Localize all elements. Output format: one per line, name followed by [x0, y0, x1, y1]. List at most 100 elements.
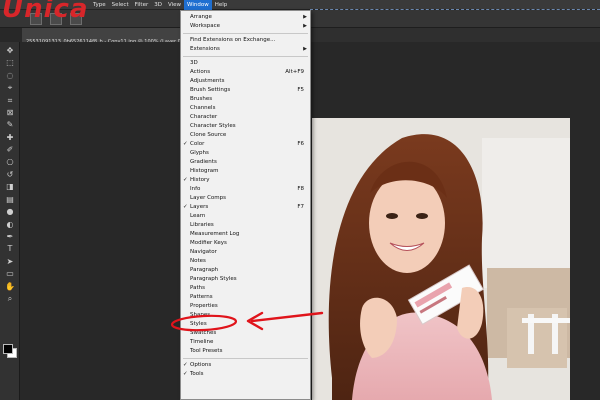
check-icon: ✓ — [183, 141, 188, 147]
check-icon: ✓ — [183, 177, 188, 183]
menu-item-label: Find Extensions on Exchange... — [190, 37, 276, 43]
menu-item-layers[interactable]: ✓ Layers F7 — [181, 203, 310, 212]
menu-item-arrange[interactable]: Arrange ▶ — [181, 13, 310, 22]
eyedropper-icon[interactable]: ✎ — [5, 120, 15, 130]
menu-item-3d[interactable]: 3D — [181, 59, 310, 68]
menu-item-label: Paths — [190, 285, 205, 291]
menu-item-gradients[interactable]: Gradients — [181, 158, 310, 167]
document-image[interactable] — [312, 118, 570, 400]
menu-item-label: Glyphs — [190, 150, 209, 156]
menu-view[interactable]: View — [165, 0, 184, 10]
menu-item-brush-settings[interactable]: Brush Settings F5 — [181, 86, 310, 95]
portrait-photo — [312, 118, 570, 400]
quick-select-icon[interactable]: ⌖ — [5, 83, 15, 93]
menu-item-shortcut: Alt+F9 — [285, 69, 304, 75]
menu-item-properties[interactable]: Properties — [181, 302, 310, 311]
menu-item-navigator[interactable]: Navigator — [181, 248, 310, 257]
menu-item-extensions[interactable]: Extensions ▶ — [181, 45, 310, 54]
window-menu: Arrange ▶ Workspace ▶ Find Extensions on Exc… — [180, 10, 311, 400]
stamp-icon[interactable]: ⎔ — [5, 158, 15, 168]
healing-icon[interactable]: ✚ — [5, 133, 15, 143]
menu-window[interactable]: Window — [184, 0, 212, 10]
menu-item-brushes[interactable]: Brushes — [181, 95, 310, 104]
type-icon[interactable]: T — [5, 244, 15, 254]
menu-item-tool-presets[interactable]: Tool Presets — [181, 347, 310, 356]
menu-item-adjustments[interactable]: Adjustments — [181, 77, 310, 86]
chevron-right-icon: ▶ — [303, 14, 307, 20]
menu-item-shortcut: F6 — [297, 141, 304, 147]
menu-item-shortcut: F7 — [297, 204, 304, 210]
marquee-icon[interactable]: ⬚ — [5, 58, 15, 68]
foreground-color-swatch[interactable] — [3, 344, 13, 354]
menu-item-label: Libraries — [190, 222, 214, 228]
crop-icon[interactable]: ⌗ — [5, 96, 15, 106]
menu-3d[interactable]: 3D — [151, 0, 165, 10]
menu-item-notes[interactable]: Notes — [181, 257, 310, 266]
hand-icon[interactable]: ✋ — [5, 282, 15, 292]
menu-item-history[interactable]: ✓ History — [181, 176, 310, 185]
menu-item-label: Clone Source — [190, 132, 227, 138]
frame-icon[interactable]: ⊠ — [5, 108, 15, 118]
menu-item-label: Layer Comps — [190, 195, 227, 201]
menu-item-libraries[interactable]: Libraries — [181, 221, 310, 230]
shape-icon[interactable]: ▭ — [5, 269, 15, 279]
lasso-icon[interactable]: ◌ — [5, 71, 15, 81]
menu-item-histogram[interactable]: Histogram — [181, 167, 310, 176]
menu-item-modifier-keys[interactable]: Modifier Keys — [181, 239, 310, 248]
menu-item-patterns[interactable]: Patterns — [181, 293, 310, 302]
menu-item-measurement-log[interactable]: Measurement Log — [181, 230, 310, 239]
menu-item-label: Styles — [190, 321, 207, 327]
menu-filter[interactable]: Filter — [132, 0, 152, 10]
menu-item-label: Tool Presets — [190, 348, 223, 354]
menu-item-timeline[interactable]: Timeline — [181, 338, 310, 347]
menu-separator — [183, 56, 308, 57]
menu-item-label: Histogram — [190, 168, 219, 174]
menu-item-styles[interactable]: Styles — [181, 320, 310, 329]
blur-icon[interactable]: ● — [5, 207, 15, 217]
menu-item-paragraph[interactable]: Paragraph — [181, 266, 310, 275]
check-icon: ✓ — [183, 204, 188, 210]
menu-item-glyphs[interactable]: Glyphs — [181, 149, 310, 158]
gradient-icon[interactable]: ▤ — [5, 195, 15, 205]
menu-item-label: Brush Settings — [190, 87, 231, 93]
menu-item-swatches[interactable]: Swatches — [181, 329, 310, 338]
menu-item-actions[interactable]: Actions Alt+F9 — [181, 68, 310, 77]
menu-item-paragraph-styles[interactable]: Paragraph Styles — [181, 275, 310, 284]
move-icon[interactable]: ✥ — [5, 46, 15, 56]
menu-item-label: History — [190, 177, 210, 183]
menu-type[interactable]: Type — [90, 0, 109, 10]
check-icon: ✓ — [183, 362, 188, 368]
menu-item-color[interactable]: ✓ Color F6 — [181, 140, 310, 149]
menu-item-label: Notes — [190, 258, 206, 264]
menu-item-tools[interactable]: ✓ Tools — [181, 370, 310, 379]
menu-item-label: Color — [190, 141, 205, 147]
menu-item-shapes[interactable]: Shapes — [181, 311, 310, 320]
menu-item-info[interactable]: Info F8 — [181, 185, 310, 194]
zoom-icon[interactable]: ⌕ — [5, 294, 15, 304]
menu-item-paths[interactable]: Paths — [181, 284, 310, 293]
menu-item-character[interactable]: Character — [181, 113, 310, 122]
history-brush-icon[interactable]: ↺ — [5, 170, 15, 180]
menu-item-clone-source[interactable]: Clone Source — [181, 131, 310, 140]
menu-help[interactable]: Help — [212, 0, 231, 10]
menu-bar: Type Select Filter 3D View Window Help — [0, 0, 600, 10]
menu-item-shortcut: F5 — [297, 87, 304, 93]
menu-item-label: Modifier Keys — [190, 240, 227, 246]
menu-separator — [183, 358, 308, 359]
menu-item-options[interactable]: ✓ Options — [181, 361, 310, 370]
brush-icon[interactable]: ✐ — [5, 145, 15, 155]
menu-item-layer-comps[interactable]: Layer Comps — [181, 194, 310, 203]
menu-item-learn[interactable]: Learn — [181, 212, 310, 221]
menu-item-label: Learn — [190, 213, 206, 219]
eraser-icon[interactable]: ◨ — [5, 182, 15, 192]
menu-item-workspace[interactable]: Workspace ▶ — [181, 22, 310, 31]
path-select-icon[interactable]: ➤ — [5, 257, 15, 267]
tools-panel: ✥ ⬚ ◌ ⌖ ⌗ ⊠ ✎ ✚ ✐ ⎔ ↺ ◨ ▤ ● ◐ ✒ T ➤ ▭ ✋ ⌕ — [0, 42, 20, 400]
menu-select[interactable]: Select — [109, 0, 132, 10]
menu-item-character-styles[interactable]: Character Styles — [181, 122, 310, 131]
document-tab[interactable]: 25531091313_0b6526114f8_b - Copy11.jpg @… — [22, 28, 202, 45]
pen-icon[interactable]: ✒ — [5, 232, 15, 242]
menu-item-find-extensions-on-exchange[interactable]: Find Extensions on Exchange... — [181, 36, 310, 45]
menu-item-channels[interactable]: Channels — [181, 104, 310, 113]
dodge-icon[interactable]: ◐ — [5, 220, 15, 230]
